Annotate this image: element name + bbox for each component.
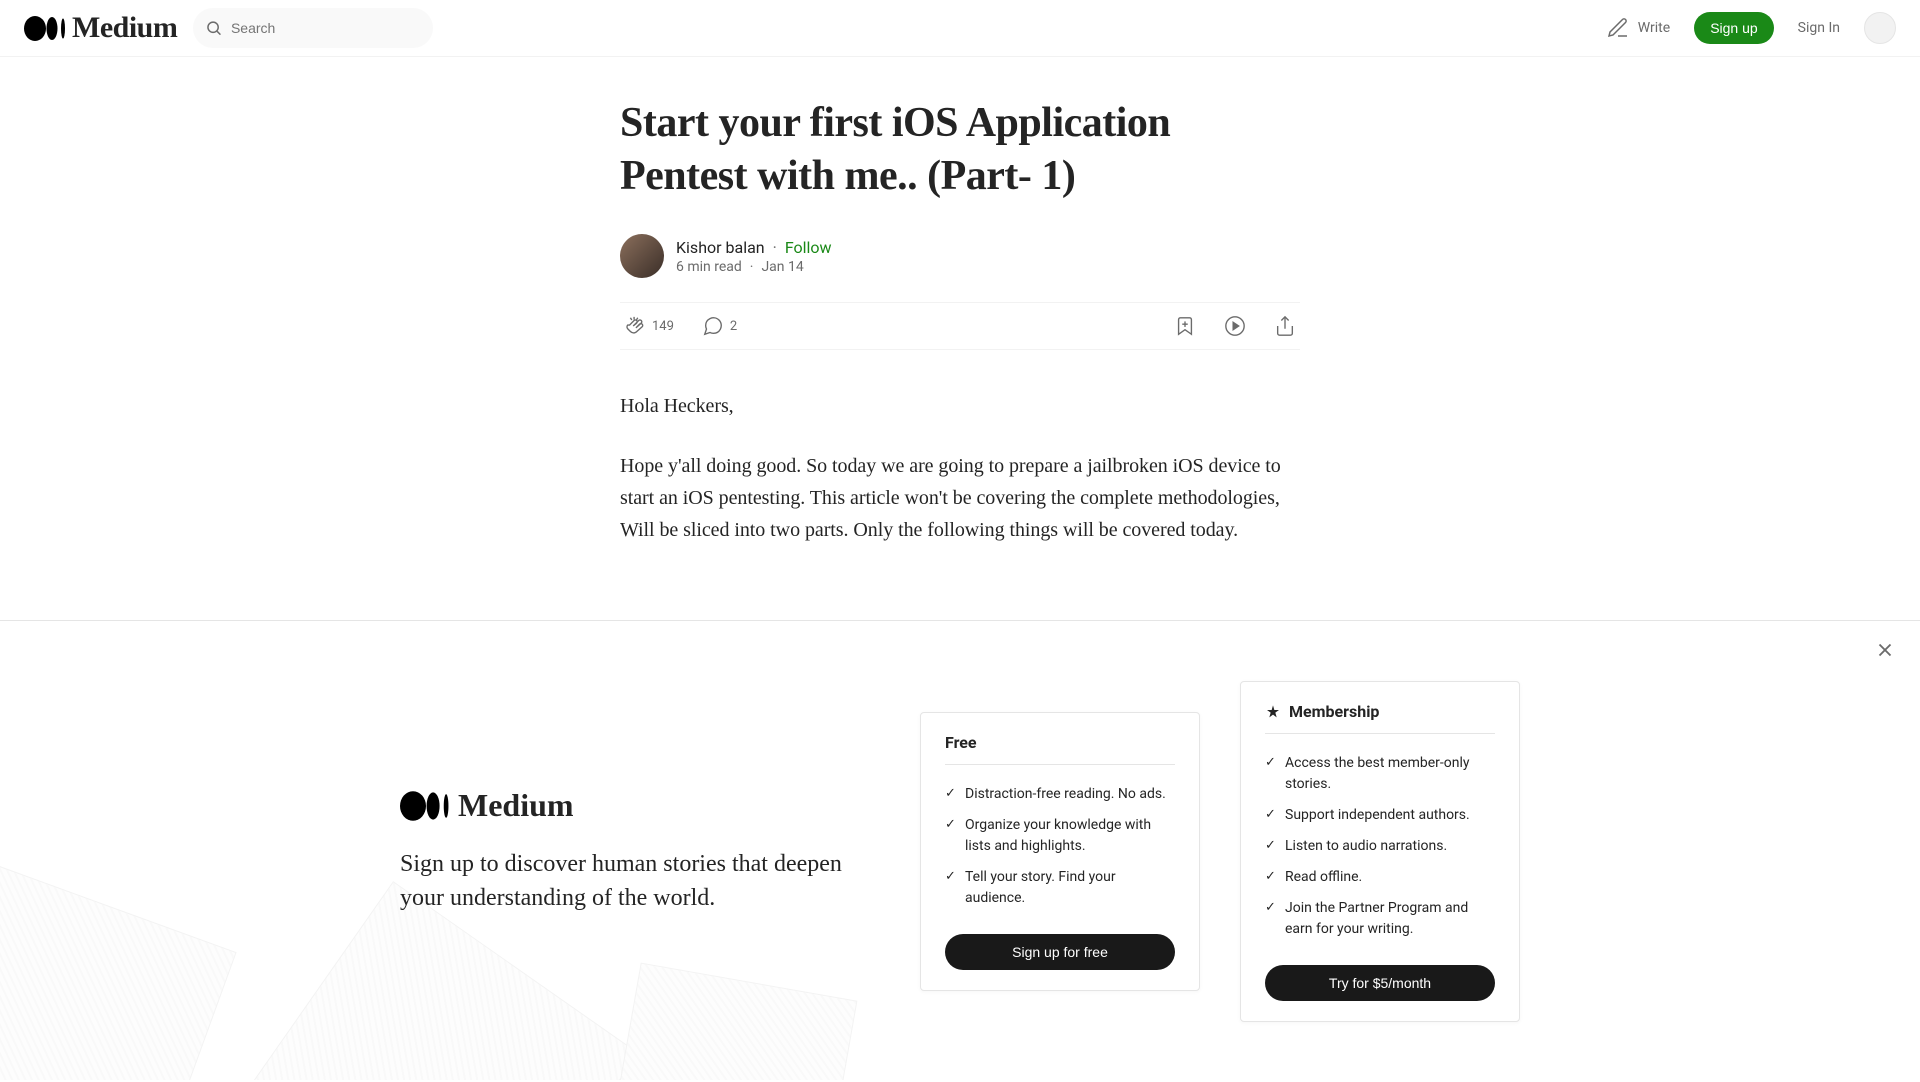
overlay-tagline: Sign up to discover human stories that d… bbox=[400, 848, 880, 915]
close-button[interactable] bbox=[1874, 639, 1896, 665]
overlay-brand: Medium bbox=[458, 787, 574, 824]
overlay-logo: Medium bbox=[400, 787, 880, 824]
paragraph: Hope y'all doing good. So today we are g… bbox=[620, 450, 1300, 546]
plan-free-title: Free bbox=[945, 733, 1175, 765]
clap-icon bbox=[624, 315, 646, 337]
action-bar: 149 2 bbox=[620, 302, 1300, 350]
signup-overlay: Medium Sign up to discover human stories… bbox=[0, 620, 1920, 1080]
clap-button[interactable]: 149 bbox=[624, 315, 674, 337]
write-icon bbox=[1606, 16, 1630, 40]
plan-free-list: Distraction-free reading. No ads. Organi… bbox=[945, 779, 1175, 914]
write-link[interactable]: Write bbox=[1606, 16, 1670, 40]
plan-feature: Organize your knowledge with lists and h… bbox=[945, 810, 1175, 862]
article: Start your first iOS Application Pentest… bbox=[620, 57, 1300, 546]
signin-link[interactable]: Sign In bbox=[1798, 20, 1840, 36]
read-time: 6 min read bbox=[676, 259, 742, 275]
share-icon bbox=[1274, 315, 1296, 337]
listen-button[interactable] bbox=[1224, 315, 1246, 337]
search-box[interactable] bbox=[193, 8, 433, 48]
separator-dot: · bbox=[750, 259, 754, 275]
clap-count: 149 bbox=[652, 319, 674, 334]
search-icon bbox=[205, 18, 223, 38]
author-avatar[interactable] bbox=[620, 234, 664, 278]
publish-date: Jan 14 bbox=[761, 259, 803, 275]
plan-feature: Support independent authors. bbox=[1265, 800, 1495, 831]
plan-membership-title: Membership bbox=[1289, 702, 1379, 721]
author-name[interactable]: Kishor balan bbox=[676, 238, 765, 257]
header-actions: Write Sign up Sign In bbox=[1606, 12, 1896, 44]
brand-logo[interactable]: Medium bbox=[24, 11, 177, 45]
plan-feature: Join the Partner Program and earn for yo… bbox=[1265, 893, 1495, 945]
comment-count: 2 bbox=[730, 319, 737, 334]
separator-dot: · bbox=[773, 238, 777, 257]
plan-feature: Read offline. bbox=[1265, 862, 1495, 893]
close-icon bbox=[1874, 639, 1896, 661]
article-title: Start your first iOS Application Pentest… bbox=[620, 97, 1300, 202]
follow-link[interactable]: Follow bbox=[785, 238, 832, 257]
plan-feature: Distraction-free reading. No ads. bbox=[945, 779, 1175, 810]
logo-icon bbox=[24, 16, 68, 41]
plan-feature: Access the best member-only stories. bbox=[1265, 748, 1495, 800]
comment-icon bbox=[702, 315, 724, 337]
play-icon bbox=[1224, 315, 1246, 337]
star-icon bbox=[1265, 704, 1281, 720]
plan-feature: Tell your story. Find your audience. bbox=[945, 862, 1175, 914]
signup-button[interactable]: Sign up bbox=[1694, 12, 1773, 44]
profile-avatar[interactable] bbox=[1864, 12, 1896, 44]
plan-membership-card: Membership Access the best member-only s… bbox=[1240, 681, 1520, 1022]
paragraph: Hola Heckers, bbox=[620, 390, 1300, 422]
share-button[interactable] bbox=[1274, 315, 1296, 337]
search-input[interactable] bbox=[231, 20, 421, 36]
plan-membership-list: Access the best member-only stories. Sup… bbox=[1265, 748, 1495, 945]
app-header: Medium Write Sign up Sign In bbox=[0, 0, 1920, 57]
plan-free-card: Free Distraction-free reading. No ads. O… bbox=[920, 712, 1200, 991]
author-row: Kishor balan · Follow 6 min read · Jan 1… bbox=[620, 234, 1300, 278]
comment-button[interactable]: 2 bbox=[702, 315, 737, 337]
plan-feature: Listen to audio narrations. bbox=[1265, 831, 1495, 862]
signup-free-button[interactable]: Sign up for free bbox=[945, 934, 1175, 970]
write-label: Write bbox=[1638, 20, 1670, 36]
logo-icon bbox=[400, 791, 452, 821]
brand-name: Medium bbox=[72, 11, 177, 45]
bookmark-icon bbox=[1174, 315, 1196, 337]
bookmark-button[interactable] bbox=[1174, 315, 1196, 337]
try-membership-button[interactable]: Try for $5/month bbox=[1265, 965, 1495, 1001]
